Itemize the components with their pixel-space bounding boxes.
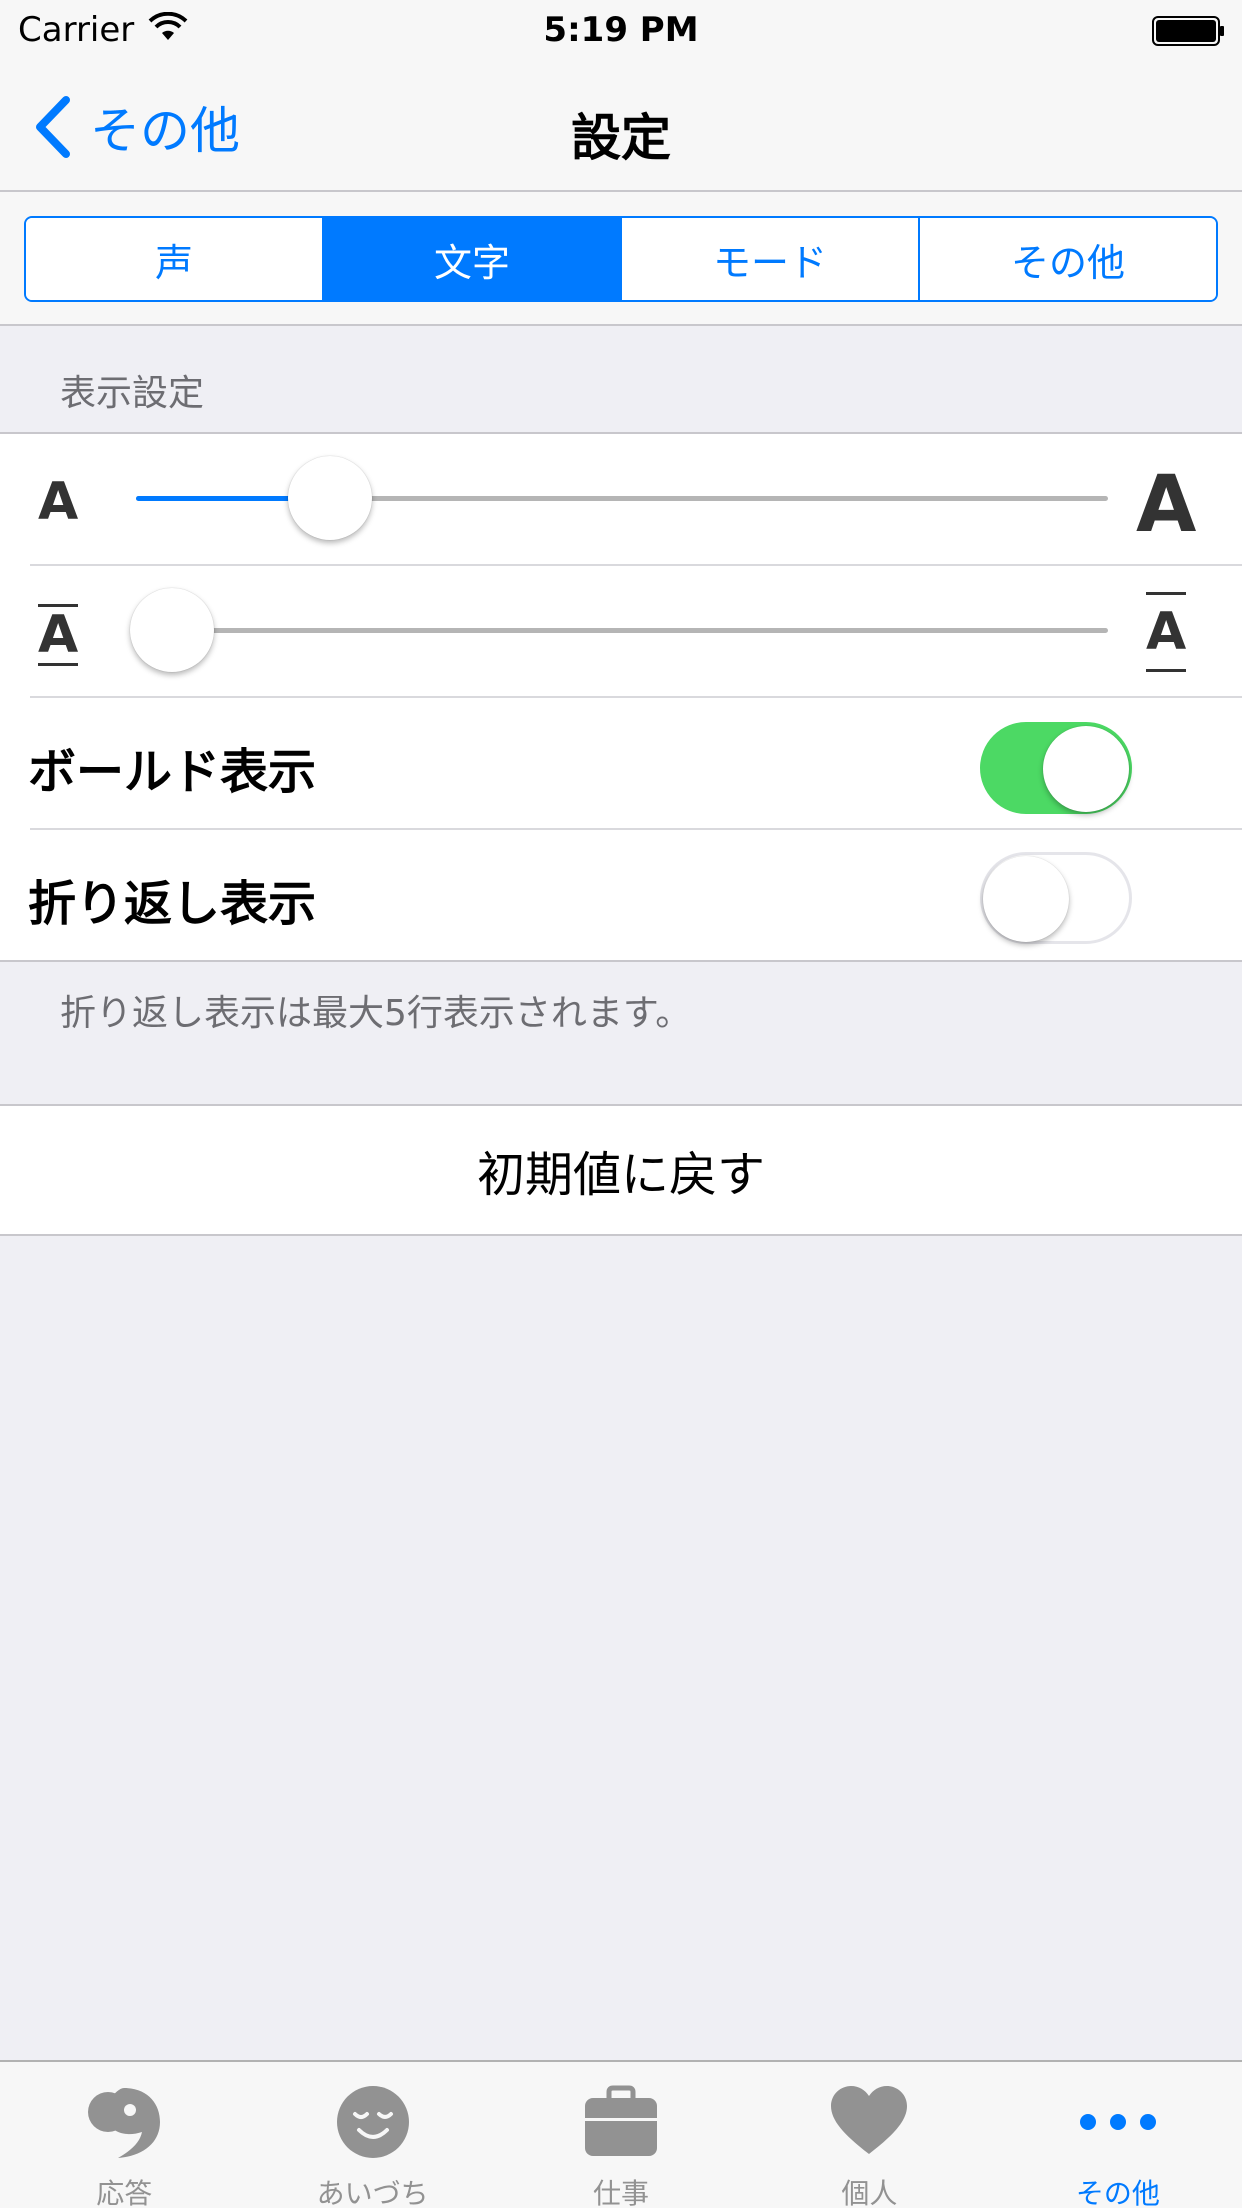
battery-icon — [1152, 16, 1224, 46]
toggle-knob — [983, 856, 1069, 942]
wide-spacing-icon: A — [1146, 592, 1187, 672]
segment-mode[interactable]: モード — [620, 218, 918, 300]
slider-thumb[interactable] — [130, 588, 214, 672]
bold-row: ボールド表示 — [0, 698, 1242, 828]
segment-area: 声 文字 モード その他 — [0, 192, 1242, 326]
more-dots-icon — [1079, 2114, 1156, 2130]
segmented-control: 声 文字 モード その他 — [24, 216, 1218, 302]
slider-track — [136, 628, 1108, 633]
narrow-spacing-icon: A — [38, 604, 79, 666]
tab-bar: 応答 あいづち 仕事 個人 その他 — [0, 2060, 1242, 2208]
large-a-icon: A — [1136, 460, 1197, 550]
reset-label: 初期値に戻す — [476, 1147, 765, 1203]
tab-more[interactable]: その他 — [994, 2062, 1242, 2208]
tab-work[interactable]: 仕事 — [497, 2062, 745, 2208]
line-spacing-slider[interactable] — [130, 566, 1108, 696]
segment-text[interactable]: 文字 — [322, 218, 620, 300]
tab-response[interactable]: 応答 — [0, 2062, 248, 2208]
smile-face-icon — [336, 2086, 409, 2158]
bold-toggle[interactable] — [980, 722, 1132, 814]
status-bar: Carrier 5:19 PM — [0, 0, 1242, 60]
tab-label: 個人 — [841, 2177, 898, 2208]
heart-icon — [831, 2086, 908, 2154]
tab-label: その他 — [1075, 2177, 1160, 2208]
page-title: 設定 — [571, 109, 671, 167]
navigation-bar: その他 設定 — [0, 60, 1242, 192]
section-footer: 折り返し表示は最大5行表示されます。 — [60, 993, 692, 1034]
wrap-row: 折り返し表示 — [0, 830, 1242, 960]
tab-personal[interactable]: 個人 — [745, 2062, 993, 2208]
font-size-row: A A — [0, 434, 1242, 564]
segment-voice[interactable]: 声 — [26, 218, 322, 300]
slider-thumb[interactable] — [288, 456, 373, 540]
tab-label: 仕事 — [593, 2177, 650, 2208]
segment-other[interactable]: その他 — [918, 218, 1216, 300]
tab-label: 応答 — [96, 2177, 153, 2208]
toggle-knob — [1043, 726, 1129, 812]
display-settings-group: A A A A ボールド表示 折り返し表示 — [0, 432, 1242, 962]
small-a-icon: A — [38, 472, 79, 532]
tab-label: あいづち — [316, 2177, 429, 2208]
line-spacing-row: A A — [0, 566, 1242, 696]
reset-button[interactable]: 初期値に戻す — [0, 1104, 1242, 1236]
comma-icon — [88, 2088, 161, 2158]
tab-aizuchi[interactable]: あいづち — [248, 2062, 496, 2208]
slider-track — [136, 496, 1108, 501]
status-time: 5:19 PM — [543, 10, 699, 50]
wrap-label: 折り返し表示 — [28, 876, 317, 932]
bold-label: ボールド表示 — [28, 744, 317, 800]
section-header: 表示設定 — [60, 373, 205, 414]
wrap-toggle[interactable] — [980, 852, 1132, 944]
font-size-slider[interactable] — [136, 434, 1108, 564]
briefcase-icon — [585, 2085, 658, 2156]
